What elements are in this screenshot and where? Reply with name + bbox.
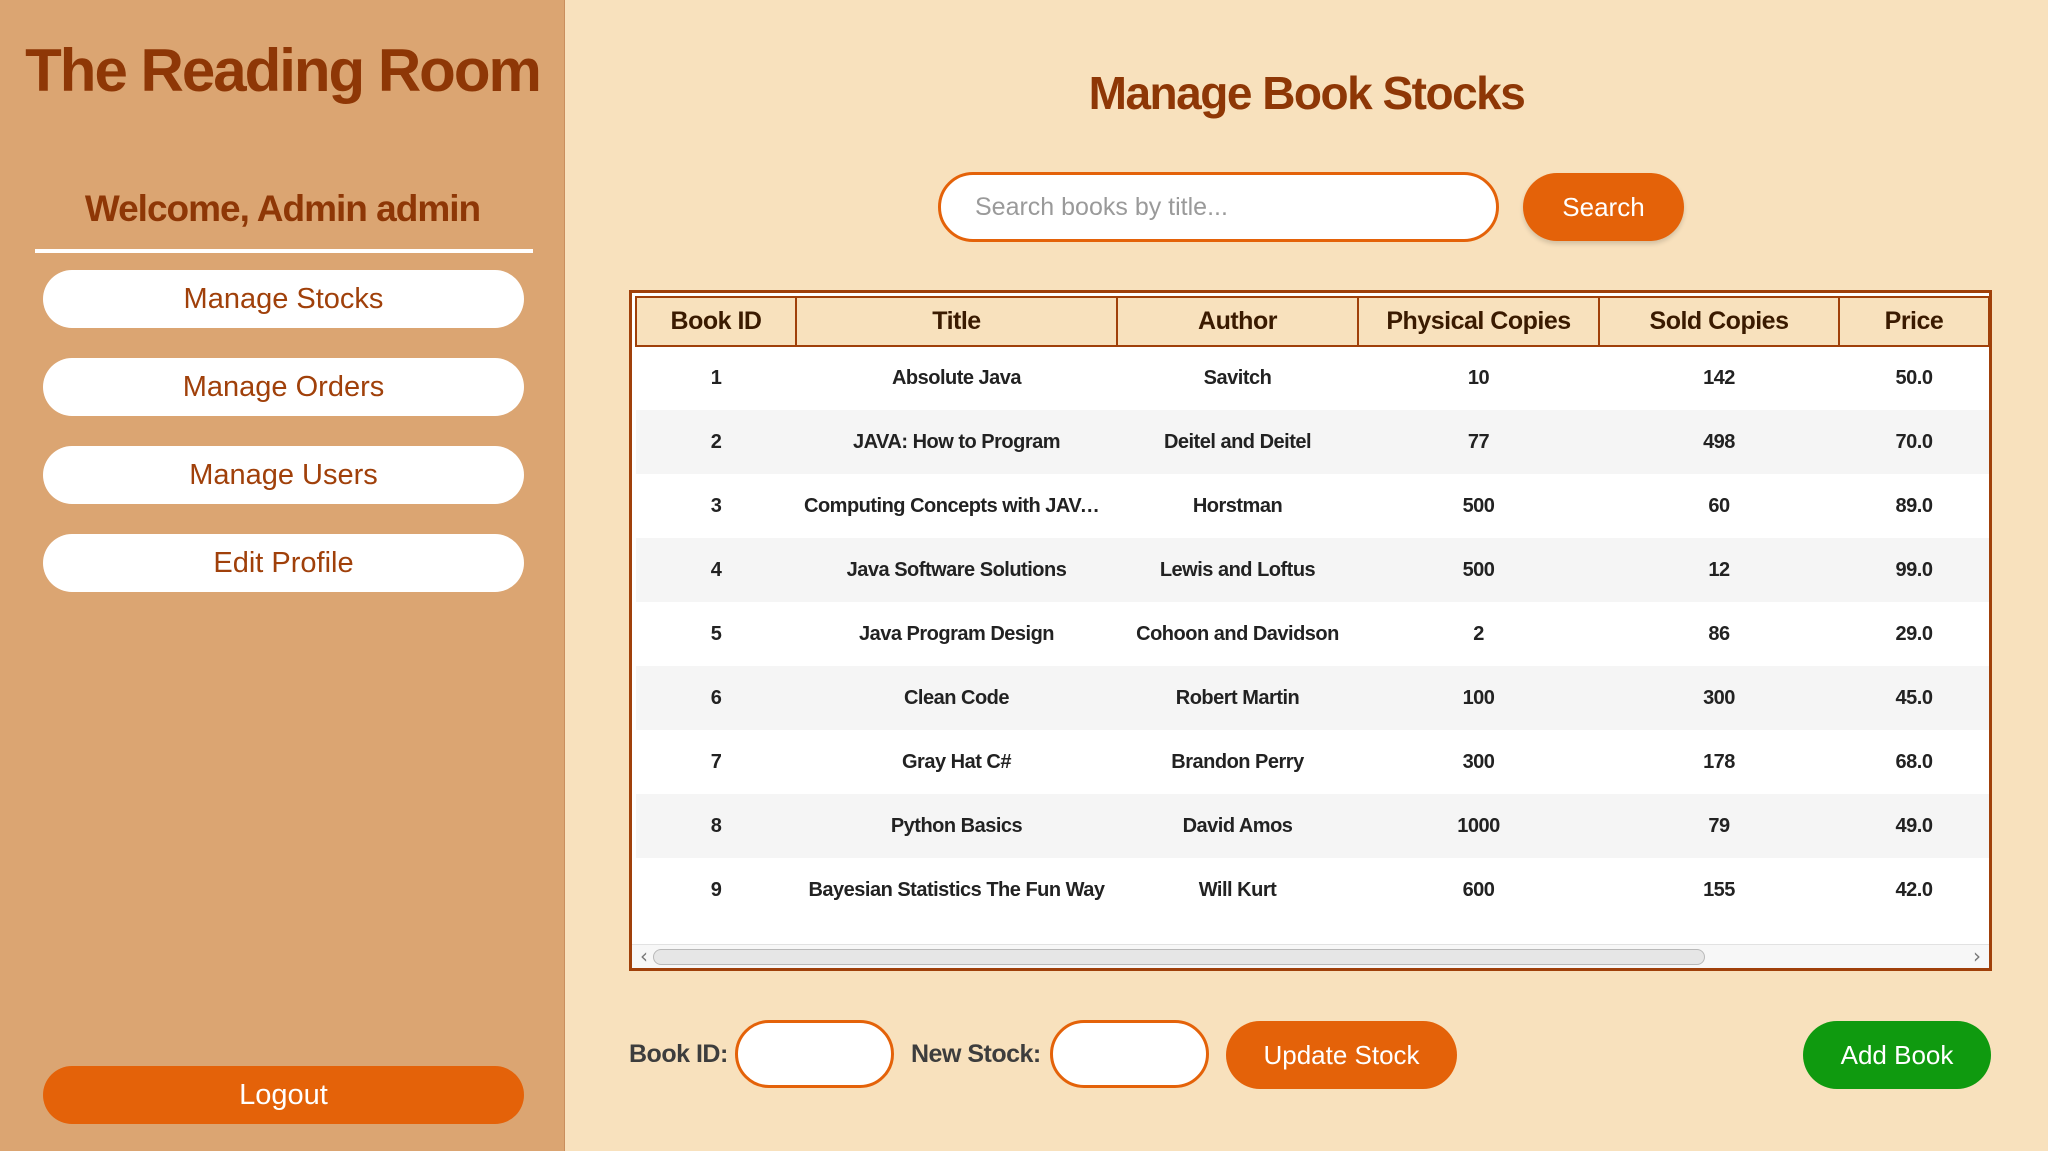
- table-header-row: Book ID Title Author Physical Copies Sol…: [635, 296, 1989, 347]
- cell-physical-copies: 600: [1358, 858, 1599, 922]
- cell-author: Deitel and Deitel: [1117, 410, 1358, 474]
- cell-price: 49.0: [1839, 794, 1989, 858]
- cell-author: Will Kurt: [1117, 858, 1358, 922]
- cell-sold-copies: 60: [1599, 474, 1839, 538]
- cell-title: Bayesian Statistics The Fun Way: [796, 858, 1117, 922]
- cell-price: 45.0: [1839, 666, 1989, 730]
- page-title: Manage Book Stocks: [1088, 67, 1526, 119]
- cell-title: Gray Hat C#: [796, 730, 1117, 794]
- table-row[interactable]: 2 JAVA: How to Program Deitel and Deitel…: [636, 410, 1989, 474]
- column-header-book-id[interactable]: Book ID: [635, 296, 797, 347]
- manage-users-button[interactable]: Manage Users: [43, 446, 524, 504]
- cell-book-id: 9: [636, 858, 796, 922]
- cell-author: Lewis and Loftus: [1117, 538, 1358, 602]
- cell-author: Savitch: [1117, 346, 1358, 410]
- search-input[interactable]: [938, 172, 1499, 242]
- cell-title: Clean Code: [796, 666, 1117, 730]
- divider: [35, 249, 533, 253]
- cell-title: JAVA: How to Program: [796, 410, 1117, 474]
- cell-price: 68.0: [1839, 730, 1989, 794]
- cell-physical-copies: 100: [1358, 666, 1599, 730]
- column-header-physical-copies[interactable]: Physical Copies: [1357, 296, 1600, 347]
- new-stock-input[interactable]: [1050, 1020, 1209, 1088]
- cell-title: Python Basics: [796, 794, 1117, 858]
- cell-book-id: 2: [636, 410, 796, 474]
- cell-sold-copies: 86: [1599, 602, 1839, 666]
- column-header-price[interactable]: Price: [1838, 296, 1989, 347]
- cell-title: Java Program Design: [796, 602, 1117, 666]
- cell-book-id: 4: [636, 538, 796, 602]
- cell-physical-copies: 300: [1358, 730, 1599, 794]
- cell-price: 50.0: [1839, 346, 1989, 410]
- horizontal-scrollbar[interactable]: ‹ ›: [632, 944, 1989, 968]
- book-id-input[interactable]: [735, 1020, 894, 1088]
- edit-profile-button[interactable]: Edit Profile: [43, 534, 524, 592]
- table-row[interactable]: 7 Gray Hat C# Brandon Perry 300 178 68.0: [636, 730, 1989, 794]
- cell-author: Brandon Perry: [1117, 730, 1358, 794]
- column-header-sold-copies[interactable]: Sold Copies: [1598, 296, 1840, 347]
- cell-title: Java Software Solutions: [796, 538, 1117, 602]
- cell-physical-copies: 500: [1358, 474, 1599, 538]
- cell-sold-copies: 79: [1599, 794, 1839, 858]
- search-button[interactable]: Search: [1523, 173, 1684, 241]
- cell-physical-copies: 10: [1358, 346, 1599, 410]
- table-row[interactable]: 6 Clean Code Robert Martin 100 300 45.0: [636, 666, 1989, 730]
- cell-price: 70.0: [1839, 410, 1989, 474]
- cell-sold-copies: 498: [1599, 410, 1839, 474]
- cell-book-id: 6: [636, 666, 796, 730]
- cell-book-id: 5: [636, 602, 796, 666]
- cell-book-id: 8: [636, 794, 796, 858]
- cell-physical-copies: 500: [1358, 538, 1599, 602]
- cell-sold-copies: 178: [1599, 730, 1839, 794]
- cell-physical-copies: 1000: [1358, 794, 1599, 858]
- book-id-label: Book ID:: [629, 1040, 728, 1068]
- cell-author: David Amos: [1117, 794, 1358, 858]
- table-row[interactable]: 4 Java Software Solutions Lewis and Loft…: [636, 538, 1989, 602]
- scrollbar-thumb[interactable]: [653, 949, 1705, 965]
- update-stock-button[interactable]: Update Stock: [1226, 1021, 1457, 1089]
- cell-author: Robert Martin: [1117, 666, 1358, 730]
- cell-title: Computing Concepts with JAVA ...: [796, 474, 1117, 538]
- sidebar: The Reading Room Welcome, Admin admin Ma…: [0, 0, 565, 1151]
- cell-sold-copies: 155: [1599, 858, 1839, 922]
- cell-price: 29.0: [1839, 602, 1989, 666]
- cell-author: Cohoon and Davidson: [1117, 602, 1358, 666]
- table-row[interactable]: 1 Absolute Java Savitch 10 142 50.0: [636, 346, 1989, 410]
- books-table: Book ID Title Author Physical Copies Sol…: [629, 290, 1992, 971]
- cell-book-id: 7: [636, 730, 796, 794]
- cell-book-id: 1: [636, 346, 796, 410]
- column-header-author[interactable]: Author: [1116, 296, 1359, 347]
- table-row[interactable]: 3 Computing Concepts with JAVA ... Horst…: [636, 474, 1989, 538]
- table-row[interactable]: 9 Bayesian Statistics The Fun Way Will K…: [636, 858, 1989, 922]
- chevron-right-icon[interactable]: ›: [1967, 945, 1987, 968]
- chevron-left-icon[interactable]: ‹: [634, 945, 654, 968]
- table-row[interactable]: 8 Python Basics David Amos 1000 79 49.0: [636, 794, 1989, 858]
- cell-sold-copies: 142: [1599, 346, 1839, 410]
- cell-physical-copies: 77: [1358, 410, 1599, 474]
- cell-price: 99.0: [1839, 538, 1989, 602]
- new-stock-label: New Stock:: [911, 1040, 1041, 1068]
- logout-button[interactable]: Logout: [43, 1066, 524, 1124]
- cell-sold-copies: 300: [1599, 666, 1839, 730]
- cell-price: 42.0: [1839, 858, 1989, 922]
- cell-physical-copies: 2: [1358, 602, 1599, 666]
- welcome-message: Welcome, Admin admin: [84, 188, 481, 229]
- cell-title: Absolute Java: [796, 346, 1117, 410]
- cell-author: Horstman: [1117, 474, 1358, 538]
- cell-sold-copies: 12: [1599, 538, 1839, 602]
- manage-orders-button[interactable]: Manage Orders: [43, 358, 524, 416]
- cell-price: 89.0: [1839, 474, 1989, 538]
- column-header-title[interactable]: Title: [795, 296, 1118, 347]
- app-title: The Reading Room: [25, 37, 542, 104]
- cell-book-id: 3: [636, 474, 796, 538]
- table-row[interactable]: 5 Java Program Design Cohoon and Davidso…: [636, 602, 1989, 666]
- add-book-button[interactable]: Add Book: [1803, 1021, 1991, 1089]
- manage-stocks-button[interactable]: Manage Stocks: [43, 270, 524, 328]
